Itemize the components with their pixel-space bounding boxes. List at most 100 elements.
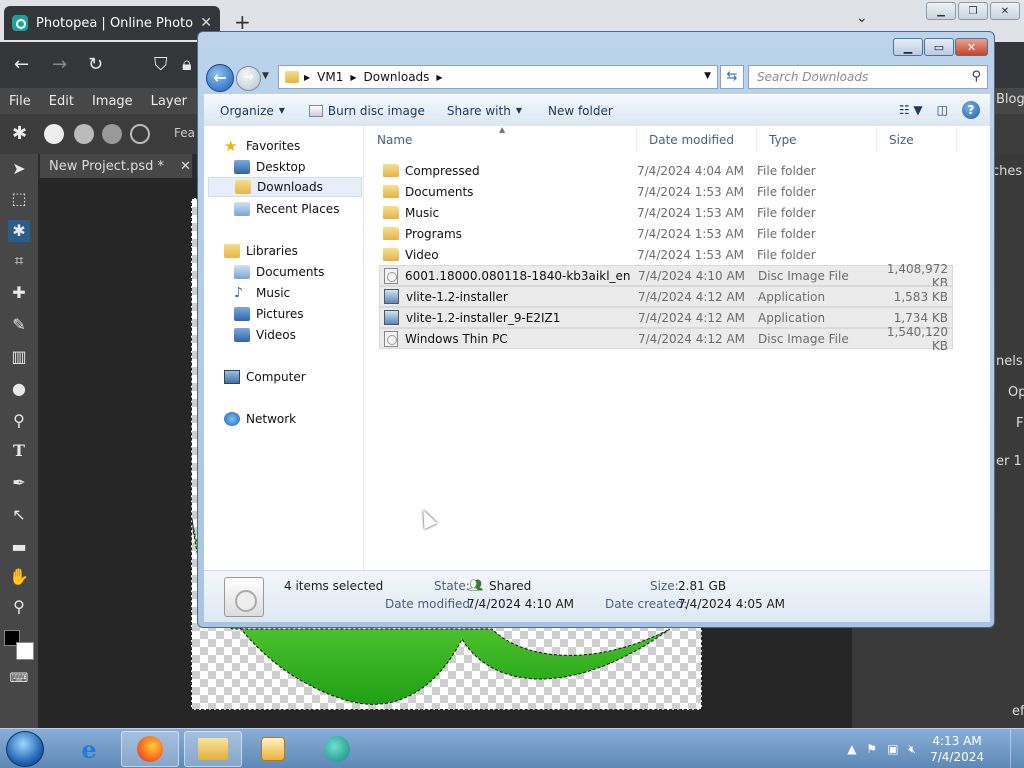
breadcrumb-separator-icon[interactable]: ▶ [347, 73, 359, 82]
blog-link[interactable]: Blog [996, 92, 1024, 107]
browser-tab-photopea[interactable]: Photopea | Online Photo Editor ✕ [4, 6, 220, 40]
nav-computer[interactable]: Computer [224, 367, 306, 387]
breadcrumb-downloads[interactable]: Downloads [360, 70, 434, 84]
move-tool-icon[interactable]: ➤ [8, 158, 30, 180]
document-tab[interactable]: New Project.psd * ✕ [40, 154, 192, 178]
layer-name[interactable]: er 1 [996, 454, 1022, 469]
new-folder-button[interactable]: New folder [538, 100, 623, 122]
file-row[interactable]: Music 7/4/2024 1:53 AM File folder [379, 202, 953, 223]
forward-button[interactable]: → [236, 66, 261, 91]
network-status-icon[interactable]: ▣ [887, 742, 898, 757]
search-icon[interactable]: ⚲ [971, 69, 981, 84]
file-row[interactable]: Programs 7/4/2024 1:53 AM File folder [379, 223, 953, 244]
taskbar-media-player[interactable] [244, 731, 302, 767]
file-row[interactable]: Documents 7/4/2024 1:53 AM File folder [379, 181, 953, 202]
taskbar-internet-explorer[interactable]: e [60, 731, 118, 767]
nav-favorites[interactable]: ★ Favorites [224, 136, 300, 156]
channels-panel-tab[interactable]: nels [996, 354, 1023, 369]
background-color-swatch[interactable] [16, 642, 34, 660]
nav-recent-places[interactable]: Recent Places [234, 199, 339, 219]
nav-pictures[interactable]: Pictures [234, 304, 304, 324]
lock-icon[interactable]: 🔒︎ [182, 54, 192, 75]
path-select-tool-icon[interactable]: ↖ [8, 504, 30, 526]
start-button[interactable] [6, 731, 44, 767]
file-row[interactable]: Video 7/4/2024 1:53 AM File folder [379, 244, 953, 265]
menu-layer[interactable]: Layer [142, 94, 196, 109]
file-row[interactable]: vlite-1.2-installer 7/4/2024 4:12 AM Appli… [379, 286, 953, 307]
selection-subtract-icon[interactable] [102, 124, 122, 144]
breadcrumb-separator-icon[interactable]: ▶ [301, 73, 313, 82]
pen-tool-icon[interactable]: ✒ [8, 472, 30, 494]
browser-restore-button[interactable]: ❐ [958, 2, 988, 20]
magic-wand-icon[interactable]: ✱ [12, 123, 27, 144]
action-center-flag-icon[interactable]: ⚑ [866, 742, 877, 757]
selection-new-icon[interactable] [44, 124, 64, 144]
burn-disc-image-button[interactable]: Burn disc image [299, 100, 435, 122]
explorer-close-button[interactable]: ✕ [955, 38, 988, 56]
recent-pages-chevron-icon[interactable]: ▼ [262, 71, 269, 81]
browser-minimize-button[interactable]: ▁ [926, 2, 956, 20]
nav-downloads[interactable]: Downloads [208, 177, 362, 197]
nav-videos[interactable]: Videos [234, 325, 296, 345]
marquee-tool-icon[interactable]: ⬚ [8, 188, 30, 210]
breadcrumb-separator-icon[interactable]: ▶ [433, 73, 445, 82]
share-with-button[interactable]: Share with ▼ [437, 100, 532, 122]
selection-intersect-icon[interactable] [130, 124, 150, 144]
shield-icon[interactable]: ⛉ [154, 54, 168, 75]
explorer-minimize-button[interactable]: ▁ [893, 38, 923, 56]
gradient-tool-icon[interactable]: ▥ [8, 346, 30, 368]
magic-wand-tool-icon[interactable]: ✱ [8, 220, 30, 242]
keyboard-icon[interactable]: ⌨ [8, 668, 30, 690]
browser-close-button[interactable]: ✕ [990, 2, 1020, 20]
search-input[interactable]: Search Downloads ⚲ [748, 65, 988, 89]
menu-image[interactable]: Image [83, 94, 142, 109]
reload-icon[interactable]: ↻ [88, 54, 103, 75]
hand-tool-icon[interactable]: ✋ [8, 566, 30, 588]
address-bar[interactable]: ▶ VM1 ▶ Downloads ▶ ▼ [278, 65, 718, 89]
swatches-panel-tab[interactable]: ches [992, 164, 1022, 179]
nav-music[interactable]: ♪ Music [234, 283, 290, 303]
show-desktop-button[interactable] [1010, 729, 1024, 768]
breadcrumb-vm1[interactable]: VM1 [313, 70, 347, 84]
nav-libraries[interactable]: Libraries [224, 241, 298, 261]
nav-network[interactable]: Network [224, 409, 296, 429]
back-button[interactable]: ← [206, 64, 234, 92]
preview-pane-icon[interactable]: ◫ [937, 103, 948, 117]
file-row[interactable]: Windows Thin PC 7/4/2024 4:12 AM Disc Imag… [379, 325, 953, 353]
volume-muted-icon[interactable]: 🔇︎ [909, 742, 917, 757]
rectangle-tool-icon[interactable]: ▬ [8, 536, 30, 558]
healing-tool-icon[interactable]: ✚ [8, 282, 30, 304]
change-view-icon[interactable]: ☷ ▼ [899, 103, 923, 117]
taskbar-explorer[interactable] [184, 731, 242, 767]
forward-arrow-icon[interactable]: → [52, 54, 67, 75]
nav-documents[interactable]: Documents [234, 262, 324, 282]
refresh-button[interactable]: ⇆ [720, 65, 744, 89]
column-header-type[interactable]: Type [757, 126, 877, 152]
crop-tool-icon[interactable]: ⌗ [8, 250, 30, 272]
blur-tool-icon[interactable]: ● [8, 378, 30, 400]
explorer-maximize-button[interactable]: ▭ [924, 38, 954, 56]
file-row[interactable]: vlite-1.2-installer_9-E2IZ1 7/4/2024 4:12… [379, 307, 953, 328]
file-row[interactable]: Compressed 7/4/2024 4:04 AM File folder [379, 160, 953, 181]
help-icon[interactable]: ? [962, 101, 980, 119]
document-close-icon[interactable]: ✕ [180, 159, 191, 174]
menu-file[interactable]: File [0, 94, 40, 109]
brush-tool-icon[interactable]: ✎ [8, 314, 30, 336]
selection-add-icon[interactable] [74, 124, 94, 144]
clock[interactable]: 4:13 AM 7/4/2024 [930, 733, 984, 765]
taskbar-firefox[interactable] [121, 731, 179, 767]
zoom-tool-icon[interactable]: ⚲ [8, 596, 30, 618]
back-arrow-icon[interactable]: ← [14, 54, 29, 75]
menu-edit[interactable]: Edit [40, 94, 83, 109]
column-header-date[interactable]: Date modified [637, 126, 757, 152]
tab-list-chevron-icon[interactable]: ⌄ [856, 10, 868, 26]
nav-desktop[interactable]: Desktop [234, 157, 306, 177]
address-dropdown-icon[interactable]: ▼ [704, 71, 711, 81]
type-tool-icon[interactable]: T [8, 440, 30, 462]
organize-button[interactable]: Organize ▼ [210, 100, 295, 122]
taskbar-photopea[interactable] [308, 731, 366, 767]
column-header-size[interactable]: Size [877, 126, 957, 152]
file-row[interactable]: 6001.18000.080118-1840-kb3aikl_en 7/4/202… [379, 262, 953, 290]
dodge-tool-icon[interactable]: ⚲ [8, 410, 30, 432]
tab-close-icon[interactable]: ✕ [200, 15, 212, 31]
